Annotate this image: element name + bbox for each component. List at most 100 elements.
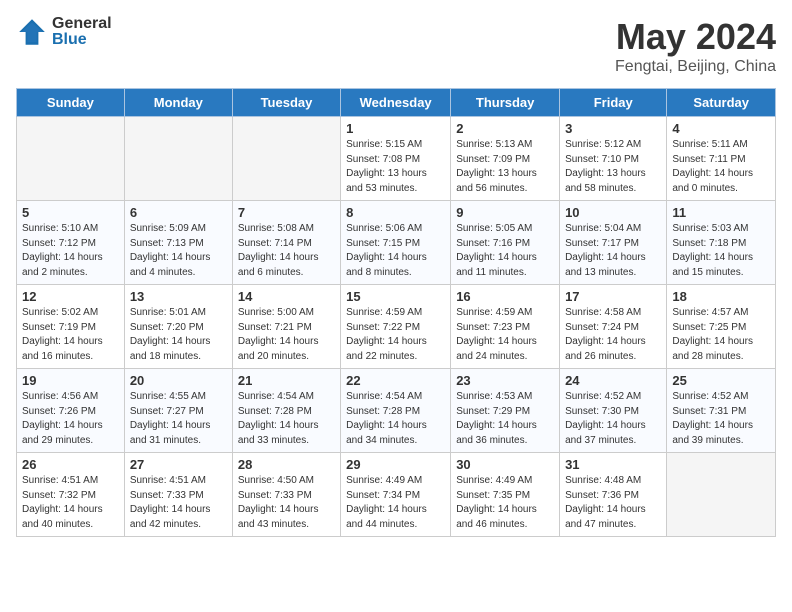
day-number: 19 [22, 373, 119, 388]
day-info: Sunrise: 4:57 AM Sunset: 7:25 PM Dayligh… [672, 306, 770, 364]
calendar-location: Fengtai, Beijing, China [615, 58, 776, 76]
calendar-day-cell: 14Sunrise: 5:00 AM Sunset: 7:21 PM Dayli… [232, 285, 340, 369]
calendar-day-cell: 16 Sunrise: 4:59 AM Sunset: 7:23 PM Dayli… [451, 285, 560, 369]
day-number: 15 [346, 289, 445, 304]
day-info: Sunrise: 4:52 AM Sunset: 7:31 PM Dayligh… [672, 390, 770, 448]
day-info: Sunrise: 5:11 AM Sunset: 7:11 PM Dayligh… [672, 138, 770, 196]
day-number: 30 [456, 457, 554, 472]
day-info: Sunrise: 5:02 AM Sunset: 7:19 PM Dayligh… [22, 306, 119, 364]
calendar-day-cell: 1Sunrise: 5:15 AM Sunset: 7:08 PM Daylig… [341, 117, 451, 201]
calendar-day-cell: 11 Sunrise: 5:03 AM Sunset: 7:18 PM Dayli… [667, 201, 776, 285]
logo-general: General [52, 16, 112, 32]
calendar-table: SundayMondayTuesdayWednesdayThursdayFrid… [16, 88, 776, 537]
day-info: Sunrise: 4:54 AM Sunset: 7:28 PM Dayligh… [346, 390, 445, 448]
day-number: 6 [130, 205, 227, 220]
day-info: Sunrise: 4:53 AM Sunset: 7:29 PM Dayligh… [456, 390, 554, 448]
calendar-day-cell [124, 117, 232, 201]
day-info: Sunrise: 5:03 AM Sunset: 7:18 PM Dayligh… [672, 222, 770, 280]
day-info: Sunrise: 5:08 AM Sunset: 7:14 PM Dayligh… [238, 222, 335, 280]
day-number: 17 [565, 289, 661, 304]
logo: General Blue [16, 16, 112, 48]
day-number: 9 [456, 205, 554, 220]
calendar-day-cell: 2 Sunrise: 5:13 AM Sunset: 7:09 PM Daylig… [451, 117, 560, 201]
day-info: Sunrise: 4:49 AM Sunset: 7:34 PM Dayligh… [346, 474, 445, 532]
day-info: Sunrise: 4:51 AM Sunset: 7:33 PM Dayligh… [130, 474, 227, 532]
day-info: Sunrise: 4:49 AM Sunset: 7:35 PM Dayligh… [456, 474, 554, 532]
calendar-day-cell: 5 Sunrise: 5:10 AM Sunset: 7:12 PM Daylig… [17, 201, 125, 285]
calendar-day-cell: 9 Sunrise: 5:05 AM Sunset: 7:16 PM Daylig… [451, 201, 560, 285]
day-info: Sunrise: 4:59 AM Sunset: 7:23 PM Dayligh… [456, 306, 554, 364]
day-number: 2 [456, 121, 554, 136]
calendar-day-cell: 24Sunrise: 4:52 AM Sunset: 7:30 PM Dayli… [560, 369, 667, 453]
calendar-day-cell: 22Sunrise: 4:54 AM Sunset: 7:28 PM Dayli… [341, 369, 451, 453]
day-info: Sunrise: 5:05 AM Sunset: 7:16 PM Dayligh… [456, 222, 554, 280]
day-info: Sunrise: 4:58 AM Sunset: 7:24 PM Dayligh… [565, 306, 661, 364]
day-info: Sunrise: 5:15 AM Sunset: 7:08 PM Dayligh… [346, 138, 445, 196]
day-number: 3 [565, 121, 661, 136]
logo-blue: Blue [52, 32, 112, 48]
calendar-day-cell: 4 Sunrise: 5:11 AM Sunset: 7:11 PM Daylig… [667, 117, 776, 201]
calendar-day-cell: 30 Sunrise: 4:49 AM Sunset: 7:35 PM Dayli… [451, 453, 560, 537]
day-number: 20 [130, 373, 227, 388]
calendar-day-cell: 13Sunrise: 5:01 AM Sunset: 7:20 PM Dayli… [124, 285, 232, 369]
day-info: Sunrise: 4:51 AM Sunset: 7:32 PM Dayligh… [22, 474, 119, 532]
day-info: Sunrise: 4:50 AM Sunset: 7:33 PM Dayligh… [238, 474, 335, 532]
calendar-day-cell: 20 Sunrise: 4:55 AM Sunset: 7:27 PM Dayli… [124, 369, 232, 453]
day-number: 26 [22, 457, 119, 472]
day-number: 21 [238, 373, 335, 388]
weekday-header: Friday [560, 89, 667, 117]
day-number: 23 [456, 373, 554, 388]
calendar-day-cell [232, 117, 340, 201]
calendar-week-row: 19 Sunrise: 4:56 AM Sunset: 7:26 PM Dayli… [17, 369, 776, 453]
weekday-header: Saturday [667, 89, 776, 117]
calendar-day-cell: 19 Sunrise: 4:56 AM Sunset: 7:26 PM Dayli… [17, 369, 125, 453]
calendar-week-row: 1Sunrise: 5:15 AM Sunset: 7:08 PM Daylig… [17, 117, 776, 201]
day-info: Sunrise: 5:10 AM Sunset: 7:12 PM Dayligh… [22, 222, 119, 280]
calendar-day-cell [17, 117, 125, 201]
day-number: 27 [130, 457, 227, 472]
day-info: Sunrise: 4:52 AM Sunset: 7:30 PM Dayligh… [565, 390, 661, 448]
calendar-day-cell: 18 Sunrise: 4:57 AM Sunset: 7:25 PM Dayli… [667, 285, 776, 369]
day-number: 16 [456, 289, 554, 304]
logo-text: General Blue [52, 16, 112, 48]
day-info: Sunrise: 4:54 AM Sunset: 7:28 PM Dayligh… [238, 390, 335, 448]
day-info: Sunrise: 5:06 AM Sunset: 7:15 PM Dayligh… [346, 222, 445, 280]
day-number: 5 [22, 205, 119, 220]
day-info: Sunrise: 5:12 AM Sunset: 7:10 PM Dayligh… [565, 138, 661, 196]
day-info: Sunrise: 4:48 AM Sunset: 7:36 PM Dayligh… [565, 474, 661, 532]
calendar-day-cell: 6Sunrise: 5:09 AM Sunset: 7:13 PM Daylig… [124, 201, 232, 285]
day-number: 4 [672, 121, 770, 136]
calendar-day-cell: 7 Sunrise: 5:08 AM Sunset: 7:14 PM Daylig… [232, 201, 340, 285]
day-number: 10 [565, 205, 661, 220]
title-block: May 2024 Fengtai, Beijing, China [615, 16, 776, 76]
day-number: 28 [238, 457, 335, 472]
weekday-header: Monday [124, 89, 232, 117]
day-number: 31 [565, 457, 661, 472]
weekday-header: Wednesday [341, 89, 451, 117]
calendar-day-cell [667, 453, 776, 537]
calendar-title: May 2024 [615, 16, 776, 58]
day-number: 18 [672, 289, 770, 304]
calendar-day-cell: 26 Sunrise: 4:51 AM Sunset: 7:32 PM Dayli… [17, 453, 125, 537]
day-info: Sunrise: 4:59 AM Sunset: 7:22 PM Dayligh… [346, 306, 445, 364]
day-number: 13 [130, 289, 227, 304]
calendar-day-cell: 31 Sunrise: 4:48 AM Sunset: 7:36 PM Dayli… [560, 453, 667, 537]
day-number: 12 [22, 289, 119, 304]
weekday-header-row: SundayMondayTuesdayWednesdayThursdayFrid… [17, 89, 776, 117]
day-info: Sunrise: 5:00 AM Sunset: 7:21 PM Dayligh… [238, 306, 335, 364]
day-info: Sunrise: 4:55 AM Sunset: 7:27 PM Dayligh… [130, 390, 227, 448]
day-info: Sunrise: 5:13 AM Sunset: 7:09 PM Dayligh… [456, 138, 554, 196]
day-number: 11 [672, 205, 770, 220]
calendar-week-row: 5 Sunrise: 5:10 AM Sunset: 7:12 PM Daylig… [17, 201, 776, 285]
calendar-week-row: 26 Sunrise: 4:51 AM Sunset: 7:32 PM Dayli… [17, 453, 776, 537]
calendar-day-cell: 25Sunrise: 4:52 AM Sunset: 7:31 PM Dayli… [667, 369, 776, 453]
weekday-header: Sunday [17, 89, 125, 117]
day-number: 7 [238, 205, 335, 220]
day-number: 8 [346, 205, 445, 220]
day-number: 29 [346, 457, 445, 472]
calendar-day-cell: 12 Sunrise: 5:02 AM Sunset: 7:19 PM Dayli… [17, 285, 125, 369]
day-info: Sunrise: 5:04 AM Sunset: 7:17 PM Dayligh… [565, 222, 661, 280]
calendar-week-row: 12 Sunrise: 5:02 AM Sunset: 7:19 PM Dayli… [17, 285, 776, 369]
calendar-day-cell: 10 Sunrise: 5:04 AM Sunset: 7:17 PM Dayli… [560, 201, 667, 285]
day-info: Sunrise: 4:56 AM Sunset: 7:26 PM Dayligh… [22, 390, 119, 448]
